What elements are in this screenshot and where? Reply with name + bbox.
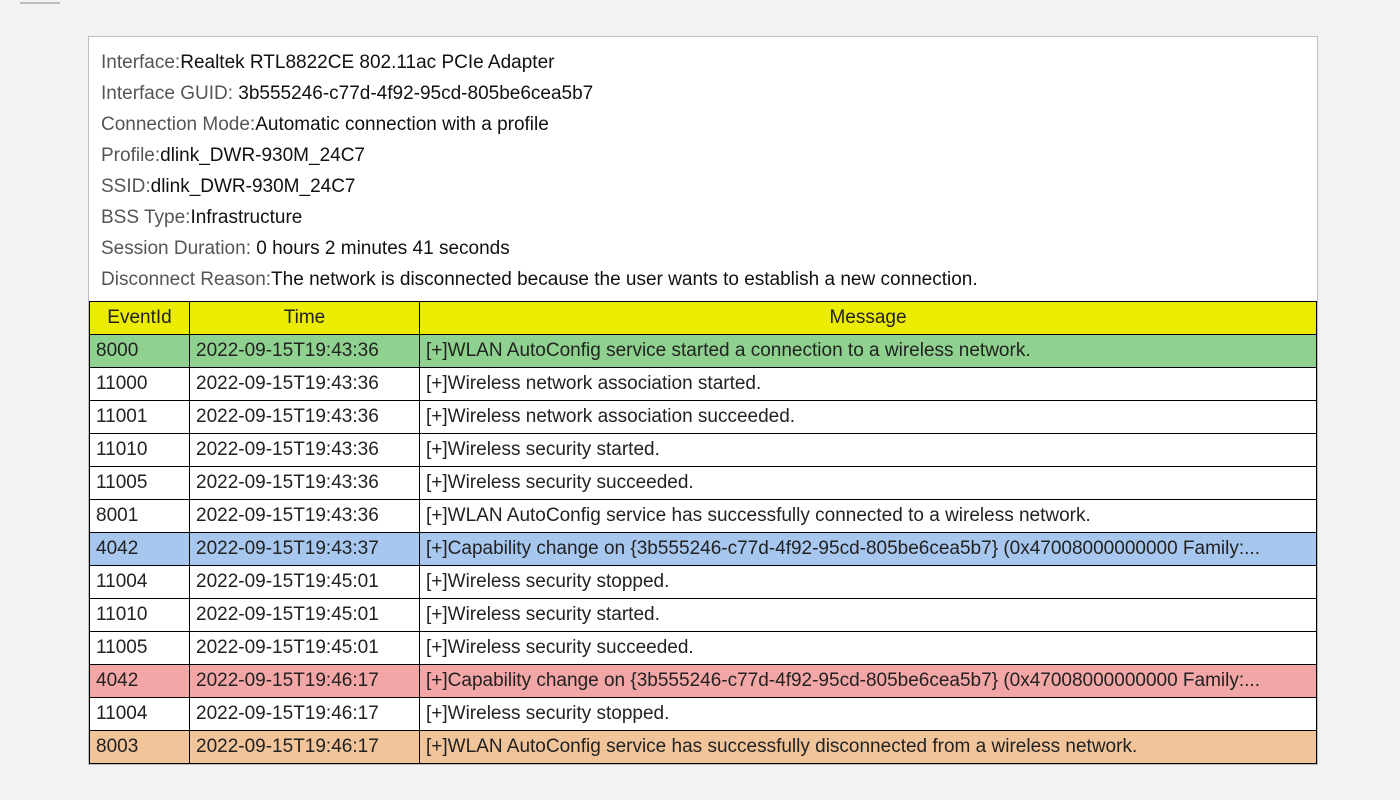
event-row[interactable]: 110102022-09-15T19:43:36[+]Wireless secu… <box>90 434 1317 467</box>
event-row[interactable]: 110052022-09-15T19:45:01[+]Wireless secu… <box>90 632 1317 665</box>
info-mode-label: Connection Mode: <box>101 114 255 135</box>
event-time-cell: 2022-09-15T19:43:36 <box>190 401 420 434</box>
event-time-cell: 2022-09-15T19:43:36 <box>190 335 420 368</box>
event-row[interactable]: 80032022-09-15T19:46:17[+]WLAN AutoConfi… <box>90 731 1317 764</box>
info-ssid: SSID:dlink_DWR-930M_24C7 <box>101 171 1305 202</box>
event-id-cell: 11005 <box>90 467 190 500</box>
window-frame-stub <box>20 0 60 4</box>
info-mode: Connection Mode:Automatic connection wit… <box>101 109 1305 140</box>
event-time-cell: 2022-09-15T19:45:01 <box>190 566 420 599</box>
connection-report-panel: Interface:Realtek RTL8822CE 802.11ac PCI… <box>88 36 1318 765</box>
col-header-message[interactable]: Message <box>420 302 1317 335</box>
event-message-cell: [+]WLAN AutoConfig service has successfu… <box>420 500 1317 533</box>
col-header-time[interactable]: Time <box>190 302 420 335</box>
event-time-cell: 2022-09-15T19:43:36 <box>190 368 420 401</box>
event-table: EventId Time Message 80002022-09-15T19:4… <box>89 301 1317 764</box>
event-id-cell: 8003 <box>90 731 190 764</box>
info-ssid-label: SSID: <box>101 176 151 197</box>
event-time-cell: 2022-09-15T19:46:17 <box>190 731 420 764</box>
info-duration-label: Session Duration: <box>101 238 256 259</box>
info-profile-value: dlink_DWR-930M_24C7 <box>160 145 365 166</box>
event-row[interactable]: 110012022-09-15T19:43:36[+]Wireless netw… <box>90 401 1317 434</box>
info-interface-label: Interface: <box>101 52 180 73</box>
event-id-cell: 8001 <box>90 500 190 533</box>
event-time-cell: 2022-09-15T19:43:36 <box>190 500 420 533</box>
event-id-cell: 11000 <box>90 368 190 401</box>
event-message-cell: [+]WLAN AutoConfig service has successfu… <box>420 731 1317 764</box>
event-message-cell: [+]Wireless security stopped. <box>420 566 1317 599</box>
info-reason-label: Disconnect Reason: <box>101 269 271 290</box>
info-duration-value: 0 hours 2 minutes 41 seconds <box>256 238 510 259</box>
info-interface-value: Realtek RTL8822CE 802.11ac PCIe Adapter <box>180 52 554 73</box>
connection-info-block: Interface:Realtek RTL8822CE 802.11ac PCI… <box>89 47 1317 301</box>
event-id-cell: 11001 <box>90 401 190 434</box>
event-row[interactable]: 80002022-09-15T19:43:36[+]WLAN AutoConfi… <box>90 335 1317 368</box>
event-id-cell: 11004 <box>90 698 190 731</box>
event-message-cell: [+]Wireless security stopped. <box>420 698 1317 731</box>
event-id-cell: 4042 <box>90 665 190 698</box>
info-interface: Interface:Realtek RTL8822CE 802.11ac PCI… <box>101 47 1305 78</box>
event-row[interactable]: 40422022-09-15T19:46:17[+]Capability cha… <box>90 665 1317 698</box>
event-message-cell: [+]Wireless network association succeede… <box>420 401 1317 434</box>
event-message-cell: [+]Wireless security succeeded. <box>420 632 1317 665</box>
event-row[interactable]: 110042022-09-15T19:46:17[+]Wireless secu… <box>90 698 1317 731</box>
event-time-cell: 2022-09-15T19:43:36 <box>190 434 420 467</box>
event-row[interactable]: 110042022-09-15T19:45:01[+]Wireless secu… <box>90 566 1317 599</box>
info-guid: Interface GUID: 3b555246-c77d-4f92-95cd-… <box>101 78 1305 109</box>
event-message-cell: [+]Wireless network association started. <box>420 368 1317 401</box>
event-message-cell: [+]WLAN AutoConfig service started a con… <box>420 335 1317 368</box>
event-time-cell: 2022-09-15T19:45:01 <box>190 632 420 665</box>
event-id-cell: 11004 <box>90 566 190 599</box>
event-id-cell: 11010 <box>90 599 190 632</box>
event-row[interactable]: 110052022-09-15T19:43:36[+]Wireless secu… <box>90 467 1317 500</box>
info-profile-label: Profile: <box>101 145 160 166</box>
info-profile: Profile:dlink_DWR-930M_24C7 <box>101 140 1305 171</box>
info-duration: Session Duration: 0 hours 2 minutes 41 s… <box>101 233 1305 264</box>
event-time-cell: 2022-09-15T19:43:36 <box>190 467 420 500</box>
info-bss-value: Infrastructure <box>190 207 302 228</box>
event-time-cell: 2022-09-15T19:46:17 <box>190 665 420 698</box>
col-header-eventid[interactable]: EventId <box>90 302 190 335</box>
info-bss: BSS Type:Infrastructure <box>101 202 1305 233</box>
event-message-cell: [+]Wireless security started. <box>420 434 1317 467</box>
event-time-cell: 2022-09-15T19:46:17 <box>190 698 420 731</box>
event-message-cell: [+]Capability change on {3b555246-c77d-4… <box>420 665 1317 698</box>
event-message-cell: [+]Capability change on {3b555246-c77d-4… <box>420 533 1317 566</box>
event-message-cell: [+]Wireless security succeeded. <box>420 467 1317 500</box>
event-message-cell: [+]Wireless security started. <box>420 599 1317 632</box>
info-ssid-value: dlink_DWR-930M_24C7 <box>151 176 356 197</box>
event-table-header-row: EventId Time Message <box>90 302 1317 335</box>
info-guid-value: 3b555246-c77d-4f92-95cd-805be6cea5b7 <box>238 83 593 104</box>
info-reason-value: The network is disconnected because the … <box>271 269 978 290</box>
info-reason: Disconnect Reason:The network is disconn… <box>101 264 1305 295</box>
event-id-cell: 4042 <box>90 533 190 566</box>
info-bss-label: BSS Type: <box>101 207 190 228</box>
event-row[interactable]: 110002022-09-15T19:43:36[+]Wireless netw… <box>90 368 1317 401</box>
event-time-cell: 2022-09-15T19:45:01 <box>190 599 420 632</box>
event-id-cell: 8000 <box>90 335 190 368</box>
event-row[interactable]: 40422022-09-15T19:43:37[+]Capability cha… <box>90 533 1317 566</box>
info-mode-value: Automatic connection with a profile <box>255 114 549 135</box>
event-id-cell: 11005 <box>90 632 190 665</box>
event-row[interactable]: 80012022-09-15T19:43:36[+]WLAN AutoConfi… <box>90 500 1317 533</box>
event-row[interactable]: 110102022-09-15T19:45:01[+]Wireless secu… <box>90 599 1317 632</box>
event-id-cell: 11010 <box>90 434 190 467</box>
event-time-cell: 2022-09-15T19:43:37 <box>190 533 420 566</box>
info-guid-label: Interface GUID: <box>101 83 238 104</box>
